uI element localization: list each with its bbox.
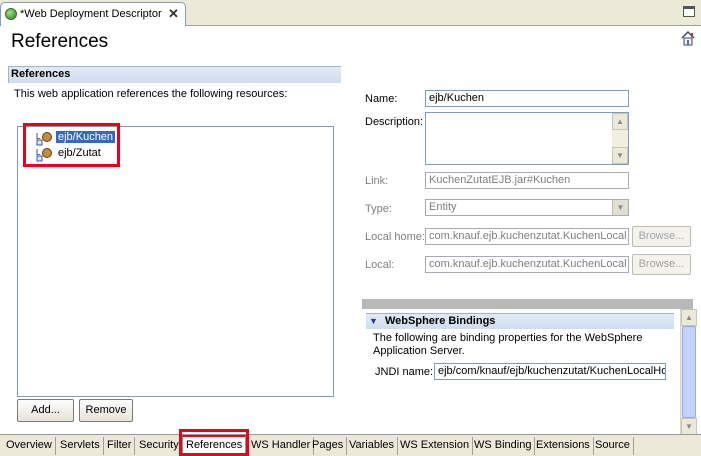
collapse-triangle-icon[interactable]: ▼ [369,316,378,326]
maximize-icon[interactable] [683,6,695,17]
websphere-bindings-title: WebSphere Bindings [385,315,496,327]
name-label: Name: [365,93,398,105]
annotation-highlight-box [23,123,120,167]
tab-ws-handler[interactable]: WS Handler [248,437,315,455]
type-select-value: Entity [429,201,457,213]
scroll-down-icon[interactable]: ▼ [612,147,628,164]
tab-filter[interactable]: Filter [104,437,136,455]
description-label: Description: [365,116,424,128]
description-scrollbar[interactable]: ▲ ▼ [612,113,628,164]
scrollbar-thumb[interactable] [682,326,696,418]
tab-ws-binding[interactable]: WS Binding [471,437,536,455]
editor-tab[interactable]: *Web Deployment Descriptor ✕ [0,2,186,26]
scroll-up-icon[interactable]: ▲ [681,309,697,326]
local-browse-button: Browse... [632,254,691,275]
editor-tab-label: *Web Deployment Descriptor [20,8,162,20]
references-section-title: References [11,68,71,80]
tab-security[interactable]: Security [136,437,183,455]
chevron-down-icon: ▼ [612,200,628,215]
tab-overview[interactable]: Overview [3,437,56,455]
scroll-down-icon[interactable]: ▼ [681,418,697,435]
scroll-up-icon[interactable]: ▲ [612,113,628,130]
tab-pages[interactable]: Pages [309,437,348,455]
add-button[interactable]: Add... [17,399,74,422]
link-field: KuchenZutatEJB.jar#Kuchen [425,172,629,189]
type-label: Type: [365,203,392,215]
tab-extensions[interactable]: Extensions [533,437,594,455]
link-label: Link: [365,175,389,187]
remove-button[interactable]: Remove [79,399,133,422]
jndi-name-field[interactable]: ejb/com/knauf/ejb/kuchenzutat/KuchenLoca… [434,363,666,380]
page-tab-bar: Overview Servlets Filter Security Refere… [0,434,701,456]
tab-source[interactable]: Source [592,437,634,455]
close-icon[interactable]: ✕ [168,6,179,22]
references-section-description: This web application references the foll… [14,88,288,100]
local-label: Local: [365,259,395,271]
tab-servlets[interactable]: Servlets [57,437,104,455]
local-home-label: Local home: [365,231,425,243]
tab-ws-extension[interactable]: WS Extension [397,437,474,455]
house-help-icon[interactable] [680,30,696,46]
page-title: References [11,31,109,52]
type-select: Entity ▼ [425,199,629,216]
jndi-name-label: JNDI name: [375,366,434,378]
websphere-bindings-description: The following are binding properties for… [373,332,643,357]
websphere-scrollbar[interactable]: ▲ ▼ [680,309,697,435]
tab-variables[interactable]: Variables [346,437,399,455]
local-field: com.knauf.ejb.kuchenzutat.KuchenLocal [425,256,629,273]
annotation-highlight-box [179,429,249,456]
local-home-field: com.knauf.ejb.kuchenzutat.KuchenLocal [425,228,629,245]
websphere-panel-divider [362,299,693,309]
web-descriptor-icon [5,8,17,20]
name-field[interactable]: ejb/Kuchen [425,90,629,107]
local-home-browse-button: Browse... [632,226,691,247]
description-textarea[interactable]: ▲ ▼ [425,112,629,165]
